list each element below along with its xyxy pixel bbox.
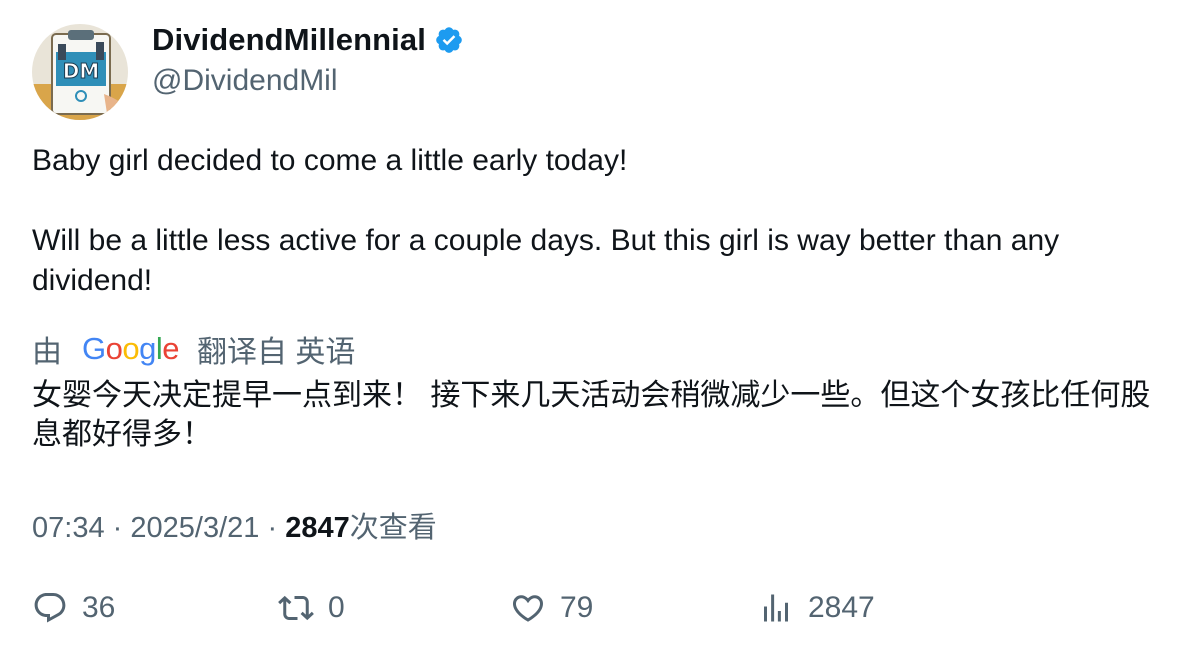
- avatar[interactable]: DM: [32, 24, 128, 120]
- dm-logo-avatar-icon: DM: [32, 24, 128, 120]
- tweet-meta: 07:34 · 2025/3/21 · 2847次查看: [32, 504, 437, 546]
- action-bar: 36 0 79 2847: [32, 590, 1172, 634]
- views-action-count: 2847: [808, 591, 875, 624]
- translated-text: 女婴今天决定提早一点到来！ 接下来几天活动会稍微减少一些。但这个女孩比任何股息都…: [32, 379, 1151, 451]
- translation-prefix: 由: [32, 336, 62, 369]
- meta-separator: ·: [267, 512, 278, 544]
- views-button[interactable]: 2847: [758, 590, 875, 626]
- heart-icon: [512, 595, 544, 622]
- like-button[interactable]: 79: [510, 590, 593, 626]
- tweet-line-2: Will be a little less active for a coupl…: [32, 224, 1060, 297]
- analytics-icon: [764, 594, 788, 622]
- tweet-date[interactable]: 2025/3/21: [130, 512, 259, 544]
- reply-icon: [34, 593, 66, 623]
- like-count: 79: [560, 591, 594, 624]
- tweet-text: Baby girl decided to come a little early…: [32, 141, 1172, 301]
- reply-button[interactable]: 36: [32, 590, 115, 626]
- svg-text:DM: DM: [63, 59, 100, 83]
- views-label: 次查看: [349, 512, 437, 544]
- translation-suffix: 翻译自 英语: [197, 336, 356, 369]
- retweet-button[interactable]: 0: [278, 590, 345, 626]
- meta-separator: ·: [112, 512, 123, 544]
- verified-badge-icon[interactable]: [434, 25, 464, 55]
- author-handle[interactable]: @DividendMil: [152, 64, 338, 98]
- translation-attribution: 由 Google 翻译自 英语: [32, 327, 355, 371]
- retweet-count: 0: [328, 591, 345, 624]
- tweet-line-1: Baby girl decided to come a little early…: [32, 144, 628, 177]
- author-display-name[interactable]: DividendMillennial: [152, 22, 426, 58]
- tweet-time[interactable]: 07:34: [32, 512, 105, 544]
- views-count: 2847: [285, 512, 350, 544]
- retweet-icon: [278, 595, 314, 621]
- reply-count: 36: [82, 591, 116, 624]
- google-logo: Google: [82, 331, 180, 366]
